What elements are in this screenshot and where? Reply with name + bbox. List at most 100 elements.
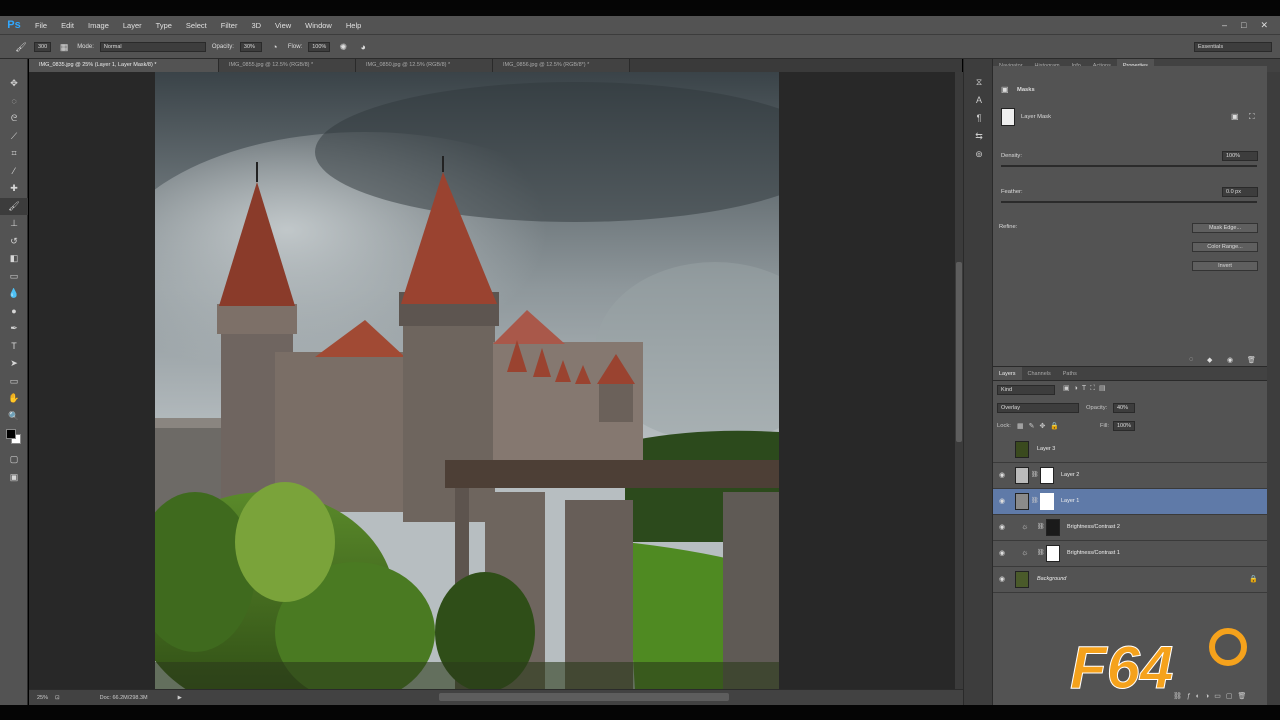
- menu-edit[interactable]: Edit: [54, 21, 81, 30]
- menu-layer[interactable]: Layer: [116, 21, 149, 30]
- clone-source-panel-icon[interactable]: ⊚: [964, 145, 994, 163]
- shape-tool-icon[interactable]: ▭: [0, 373, 28, 391]
- mask-thumbnail[interactable]: [1040, 493, 1054, 510]
- menu-help[interactable]: Help: [339, 21, 368, 30]
- layer-name[interactable]: Layer 1: [1061, 498, 1079, 504]
- pixel-mask-icon[interactable]: ▣: [1231, 112, 1239, 121]
- layer-row[interactable]: ◉ Background 🔒: [993, 567, 1267, 593]
- pressure-opacity-icon[interactable]: ◔: [268, 40, 282, 54]
- castle-photo[interactable]: [155, 72, 779, 689]
- layer-row[interactable]: ◉ ☼ ⛓ Brightness/Contrast 2: [993, 515, 1267, 541]
- feather-slider[interactable]: [1001, 201, 1257, 203]
- layer-name[interactable]: Layer 3: [1037, 446, 1055, 452]
- vector-mask-icon[interactable]: ⛶: [1249, 112, 1255, 122]
- opacity-field[interactable]: 30%: [239, 41, 262, 52]
- canvas-area[interactable]: [29, 72, 955, 689]
- layer-name[interactable]: Brightness/Contrast 1: [1067, 550, 1120, 556]
- workspace-select[interactable]: Essentials: [1194, 42, 1272, 52]
- gradient-tool-icon[interactable]: ▭: [0, 268, 28, 286]
- quick-mask-icon[interactable]: ▢: [0, 451, 28, 469]
- brush-presets-panel-icon[interactable]: ⇆: [964, 127, 994, 145]
- pressure-size-icon[interactable]: ◕: [356, 40, 370, 54]
- lasso-tool-icon[interactable]: ᘓ: [0, 110, 28, 128]
- color-swatches[interactable]: [0, 425, 27, 451]
- tab-paths[interactable]: Paths: [1057, 367, 1083, 380]
- layer-opacity-field[interactable]: 40%: [1113, 403, 1135, 413]
- mask-edge-button[interactable]: Mask Edge...: [1192, 223, 1258, 233]
- healing-tool-icon[interactable]: ✚: [0, 180, 28, 198]
- menu-type[interactable]: Type: [149, 21, 179, 30]
- clone-stamp-tool-icon[interactable]: ⊥: [0, 215, 28, 233]
- brush-preset-icon[interactable]: 🖌: [14, 40, 28, 54]
- lock-icons[interactable]: ▦✎✥🔒: [1017, 422, 1064, 430]
- load-selection-icon[interactable]: ◌: [1189, 356, 1193, 363]
- close-button[interactable]: ✕: [1260, 20, 1268, 31]
- doc-size-info[interactable]: Doc: 66.2M/298.3M: [100, 695, 148, 701]
- mask-thumbnail[interactable]: [1046, 545, 1060, 562]
- menu-filter[interactable]: Filter: [214, 21, 245, 30]
- layer-name[interactable]: Brightness/Contrast 2: [1067, 524, 1120, 530]
- brush-panel-icon[interactable]: ▦: [57, 40, 71, 54]
- document-tab[interactable]: IMG_0855.jpg @ 12.5% (RGB/8) *: [219, 59, 356, 72]
- panel-scrollbar[interactable]: [1267, 72, 1280, 705]
- horizontal-scroll-thumb[interactable]: [439, 693, 729, 701]
- brush-size-field[interactable]: 300: [34, 41, 52, 52]
- mask-thumbnail[interactable]: [1040, 467, 1054, 484]
- history-brush-tool-icon[interactable]: ↺: [0, 233, 28, 251]
- density-slider[interactable]: [1001, 165, 1257, 167]
- vertical-scroll-thumb[interactable]: [956, 262, 962, 442]
- layer-name[interactable]: Layer 2: [1061, 472, 1079, 478]
- layer-row[interactable]: Layer 3: [993, 437, 1267, 463]
- feather-field[interactable]: 0.0 px: [1222, 187, 1258, 197]
- tab-layers[interactable]: Layers: [993, 367, 1022, 380]
- hand-tool-icon[interactable]: ✋: [0, 390, 28, 408]
- layer-name[interactable]: Background: [1037, 576, 1066, 582]
- type-tool-icon[interactable]: T: [0, 338, 28, 356]
- delete-mask-icon[interactable]: 🗑: [1247, 356, 1256, 364]
- crop-tool-icon[interactable]: ⌗: [0, 145, 28, 163]
- maximize-button[interactable]: □: [1241, 20, 1246, 31]
- zoom-menu-icon[interactable]: ⊡: [55, 695, 60, 701]
- visibility-eye-icon[interactable]: ◉: [999, 497, 1005, 505]
- visibility-eye-icon[interactable]: ◉: [999, 523, 1005, 531]
- screen-mode-icon[interactable]: ▣: [0, 469, 28, 487]
- app-logo[interactable]: Ps: [0, 19, 28, 31]
- character-panel-icon[interactable]: A: [964, 91, 994, 109]
- menu-image[interactable]: Image: [81, 21, 116, 30]
- paragraph-panel-icon[interactable]: ¶: [964, 109, 994, 127]
- density-field[interactable]: 100%: [1222, 151, 1258, 161]
- layer-row[interactable]: ◉ ⛓ Layer 1: [993, 489, 1267, 515]
- blur-tool-icon[interactable]: 💧: [0, 285, 28, 303]
- menu-window[interactable]: Window: [298, 21, 339, 30]
- pen-tool-icon[interactable]: ✒: [0, 320, 28, 338]
- invert-button[interactable]: Invert: [1192, 261, 1258, 271]
- mask-thumbnail[interactable]: [1046, 519, 1060, 536]
- blend-mode-select[interactable]: Overlay: [997, 403, 1079, 413]
- minimize-button[interactable]: –: [1222, 20, 1227, 31]
- menu-select[interactable]: Select: [179, 21, 214, 30]
- zoom-field[interactable]: 25%: [29, 695, 55, 701]
- menu-view[interactable]: View: [268, 21, 298, 30]
- status-arrow-icon[interactable]: ▶: [178, 695, 182, 701]
- visibility-eye-icon[interactable]: ◉: [999, 549, 1005, 557]
- document-tab[interactable]: IMG_0835.jpg @ 25% (Layer 1, Layer Mask/…: [29, 59, 219, 72]
- document-tab[interactable]: IMG_0856.jpg @ 12.5% (RGB/8*) *: [493, 59, 630, 72]
- path-select-tool-icon[interactable]: ➤: [0, 355, 28, 373]
- dodge-tool-icon[interactable]: ●: [0, 303, 28, 321]
- brush-tool-icon[interactable]: 🖌: [0, 197, 28, 215]
- mode-select[interactable]: Normal: [99, 41, 206, 52]
- flow-field[interactable]: 100%: [308, 41, 331, 52]
- airbrush-icon[interactable]: ✺: [336, 40, 350, 54]
- menu-3d[interactable]: 3D: [244, 21, 268, 30]
- foreground-color-swatch[interactable]: [6, 429, 16, 439]
- fill-field[interactable]: 100%: [1113, 421, 1135, 431]
- layer-row[interactable]: ◉ ⛓ Layer 2: [993, 463, 1267, 489]
- visibility-icon[interactable]: ◉: [1227, 356, 1233, 364]
- zoom-tool-icon[interactable]: 🔍: [0, 408, 28, 426]
- quick-select-tool-icon[interactable]: ⟋: [0, 128, 28, 146]
- visibility-eye-icon[interactable]: ◉: [999, 575, 1005, 583]
- vertical-scrollbar[interactable]: [955, 72, 963, 689]
- eraser-tool-icon[interactable]: ◧: [0, 250, 28, 268]
- color-range-button[interactable]: Color Range...: [1192, 242, 1258, 252]
- move-tool-icon[interactable]: ✥: [0, 75, 28, 93]
